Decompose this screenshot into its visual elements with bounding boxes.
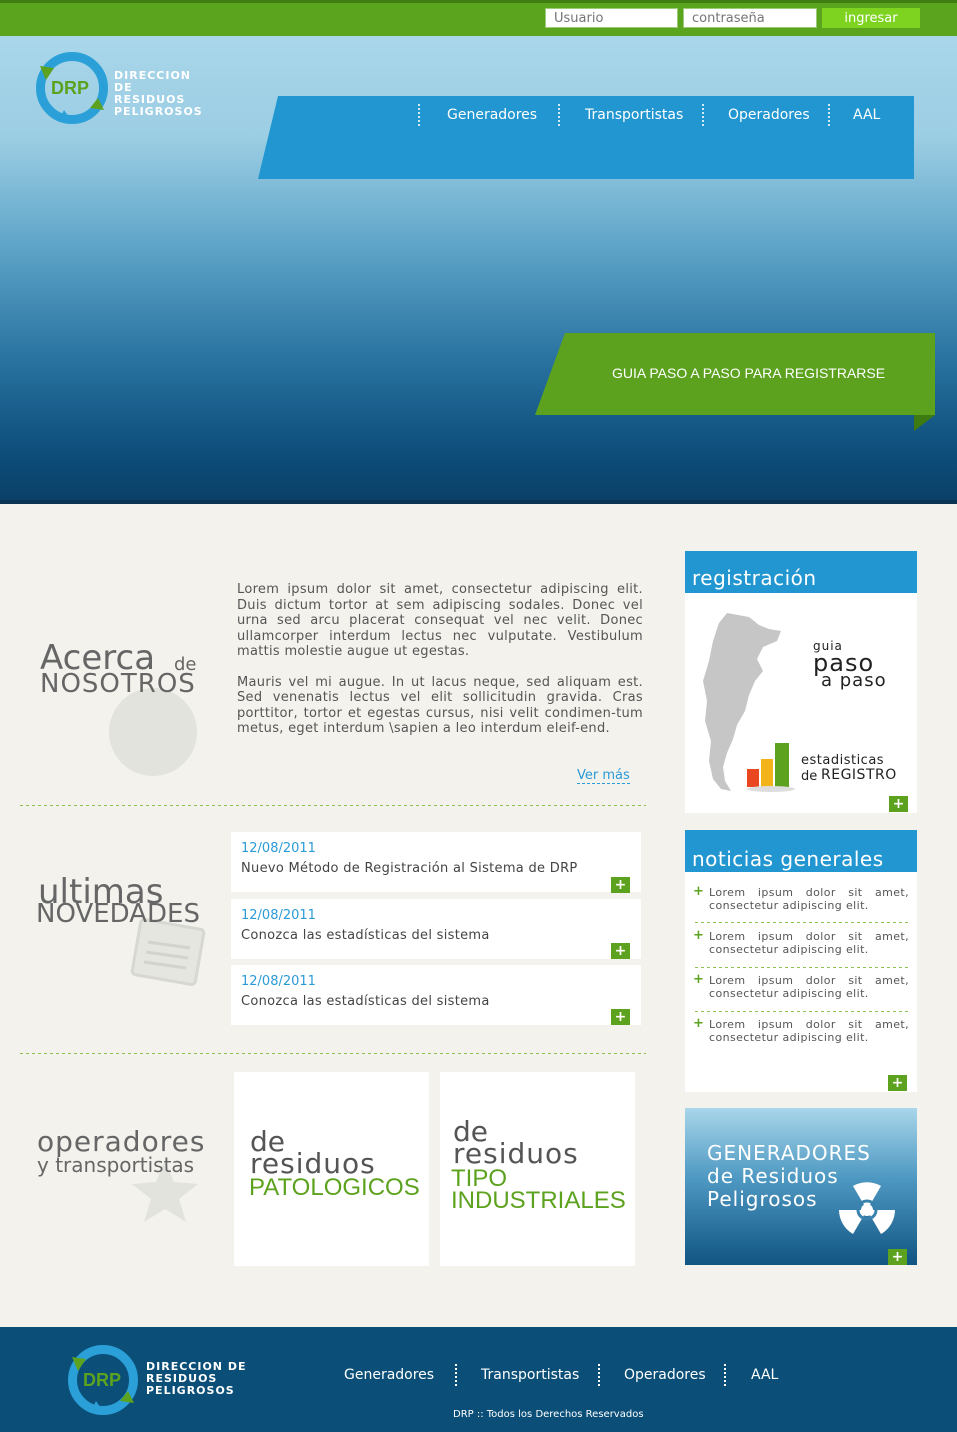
stats-caps: REGISTRO xyxy=(821,767,897,783)
logo-abbrev: DRP xyxy=(83,1370,122,1390)
registration-plus-button[interactable]: + xyxy=(889,796,908,812)
news-item-divider xyxy=(695,967,909,968)
logo-abbrev: DRP xyxy=(51,78,90,98)
general-news-item-text: Lorem ipsum dolor sit amet, consectetur … xyxy=(709,1018,909,1044)
logo-name-line-1: DIRECCION DE xyxy=(114,69,192,94)
general-news-item[interactable]: + Lorem ipsum dolor sit amet, consectetu… xyxy=(693,1016,909,1044)
general-news-item-text: Lorem ipsum dolor sit amet, consectetur … xyxy=(709,930,909,956)
bullet-plus-icon: + xyxy=(693,1016,705,1031)
news-plus-button[interactable]: + xyxy=(611,877,630,893)
password-input[interactable] xyxy=(683,8,817,28)
news-item-divider xyxy=(695,1011,909,1012)
logo-name: DIRECCION DE RESIDUOS PELIGROSOS xyxy=(146,1361,246,1397)
bar-chart-icon xyxy=(747,743,795,792)
bullet-plus-icon: + xyxy=(693,928,705,943)
guide-rest-text: a paso xyxy=(821,670,887,691)
about-paragraph-1: Lorem ipsum dolor sit amet, consectetur … xyxy=(237,582,643,659)
nav-item-generadores[interactable]: Generadores xyxy=(447,107,537,123)
operators-title-small: y transportistas xyxy=(37,1153,195,1177)
hero-divider xyxy=(0,500,957,504)
generators-line-3: Peligrosos xyxy=(707,1187,818,1211)
news-date: 12/08/2011 xyxy=(241,841,316,856)
nav-item-transportistas[interactable]: Transportistas xyxy=(585,107,683,123)
about-more-link[interactable]: Ver más xyxy=(577,768,630,784)
section-divider xyxy=(20,1053,646,1054)
general-news-title: noticias generales xyxy=(692,847,884,871)
about-text: Lorem ipsum dolor sit amet, consectetur … xyxy=(237,582,643,737)
registration-panel[interactable]: registración guia paso a paso estadistic… xyxy=(685,551,917,813)
news-card[interactable]: 12/08/2011 Nuevo Método de Registración … xyxy=(231,832,641,893)
registration-panel-title: registración xyxy=(692,566,817,590)
footer-nav-generadores[interactable]: Generadores xyxy=(344,1367,434,1383)
general-news-item-text: Lorem ipsum dolor sit amet, consectetur … xyxy=(709,886,909,912)
about-paragraph-2: Mauris vel mi augue. In ut lacus neque, … xyxy=(237,674,643,737)
registration-panel-header: registración xyxy=(685,551,917,593)
tile-line-2: residuos xyxy=(453,1137,579,1170)
news-plus-button[interactable]: + xyxy=(611,1009,630,1025)
about-title-caps: NOSOTROS xyxy=(40,669,196,699)
footer-nav-separator xyxy=(598,1364,600,1386)
generators-plus-button[interactable]: + xyxy=(888,1249,907,1265)
general-news-header: noticias generales xyxy=(685,830,917,872)
news-title-caps: NOVEDADES xyxy=(36,899,200,929)
logo-name-line-3: PELIGROSOS xyxy=(114,105,203,118)
news-title[interactable]: Conozca las estadísticas del sistema xyxy=(241,994,490,1009)
news-date: 12/08/2011 xyxy=(241,974,316,989)
generators-panel[interactable]: GENERADORES de Residuos Peligrosos + xyxy=(685,1108,917,1265)
footer-logo[interactable]: DRP DIRECCION DE RESIDUOS PELIGROSOS xyxy=(68,1345,248,1419)
generators-line-1: GENERADORES xyxy=(707,1141,871,1165)
nav-separator xyxy=(828,104,830,126)
nav-separator xyxy=(558,104,560,126)
news-date: 12/08/2011 xyxy=(241,908,316,923)
bullet-plus-icon: + xyxy=(693,884,705,899)
general-news-panel: noticias generales + Lorem ipsum dolor s… xyxy=(685,830,917,1092)
login-button[interactable]: ingresar xyxy=(822,8,920,28)
logo-name-line-3: PELIGROSOS xyxy=(146,1384,235,1397)
news-card[interactable]: 12/08/2011 Conozca las estadísticas del … xyxy=(231,965,641,1025)
footer-nav-aal[interactable]: AAL xyxy=(751,1367,778,1383)
news-item-divider xyxy=(695,922,909,923)
tile-industriales[interactable]: de residuos TIPO INDUSTRIALES xyxy=(440,1072,635,1266)
general-news-item[interactable]: + Lorem ipsum dolor sit amet, consectetu… xyxy=(693,972,909,1000)
nav-separator xyxy=(702,104,704,126)
logo-name: DIRECCION DE RESIDUOS PELIGROSOS xyxy=(114,70,206,118)
header-logo[interactable]: DRP DIRECCION DE RESIDUOS PELIGROSOS xyxy=(36,52,206,126)
copyright-text: DRP :: Todos los Derechos Reservados xyxy=(453,1409,644,1420)
guide-banner-label[interactable]: GUIA PASO A PASO PARA REGISTRARSE xyxy=(612,365,885,381)
stats-prefix: de xyxy=(801,769,818,784)
tile-line-4: INDUSTRIALES xyxy=(451,1187,626,1214)
general-news-item[interactable]: + Lorem ipsum dolor sit amet, consectetu… xyxy=(693,928,909,956)
tile-patologicos[interactable]: de residuos PATOLOGICOS xyxy=(234,1072,429,1266)
nav-item-operadores[interactable]: Operadores xyxy=(728,107,810,123)
recycle-deco-icon xyxy=(109,688,197,776)
news-title[interactable]: Conozca las estadísticas del sistema xyxy=(241,928,490,943)
footer-nav-separator xyxy=(455,1364,457,1386)
nav-item-aal[interactable]: AAL xyxy=(853,107,880,123)
bullet-plus-icon: + xyxy=(693,972,705,987)
news-card[interactable]: 12/08/2011 Conozca las estadísticas del … xyxy=(231,899,641,959)
news-title[interactable]: Nuevo Método de Registración al Sistema … xyxy=(241,861,578,876)
general-news-item[interactable]: + Lorem ipsum dolor sit amet, consectetu… xyxy=(693,884,909,912)
footer-nav-transportistas[interactable]: Transportistas xyxy=(481,1367,579,1383)
guide-banner-fold xyxy=(914,415,935,431)
generators-line-2: de Residuos xyxy=(707,1164,839,1188)
general-news-plus-button[interactable]: + xyxy=(888,1075,907,1091)
username-input[interactable] xyxy=(545,8,678,28)
section-divider xyxy=(20,805,646,806)
footer-nav-separator xyxy=(724,1364,726,1386)
general-news-item-text: Lorem ipsum dolor sit amet, consectetur … xyxy=(709,974,909,1000)
radiation-icon xyxy=(839,1182,895,1234)
news-plus-button[interactable]: + xyxy=(611,943,630,959)
nav-separator xyxy=(418,104,420,126)
footer-nav-operadores[interactable]: Operadores xyxy=(624,1367,706,1383)
tile-line-3: PATOLOGICOS xyxy=(249,1174,420,1201)
stats-line-1: estadisticas xyxy=(801,753,885,768)
